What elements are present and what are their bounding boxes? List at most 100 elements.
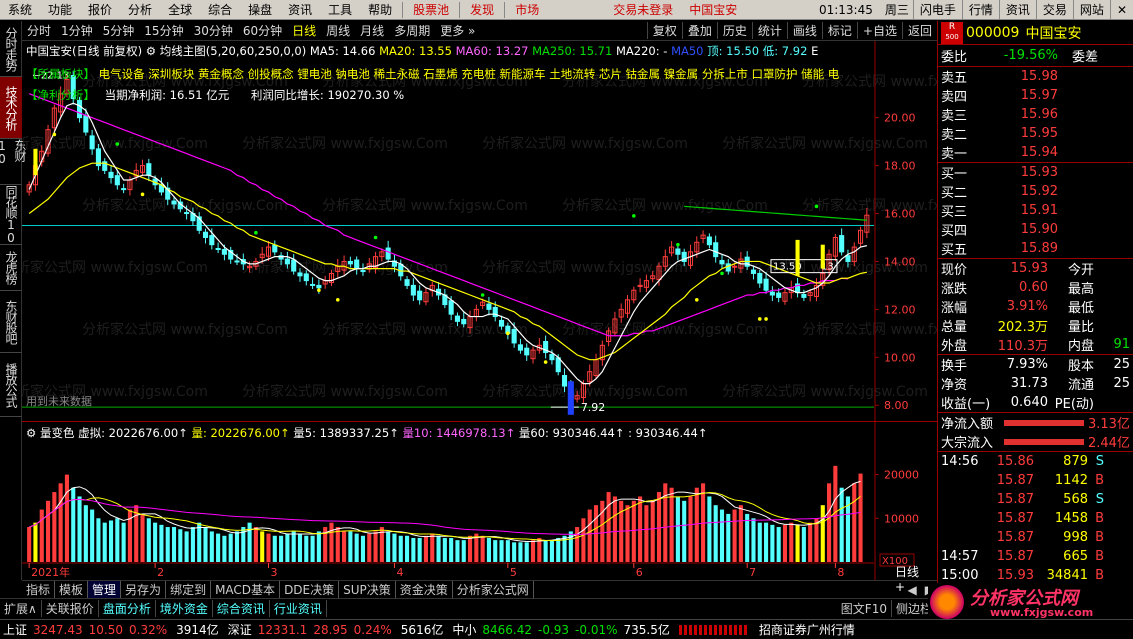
menu-tools[interactable]: 工具	[320, 1, 360, 18]
menu-global[interactable]: 全球	[160, 1, 200, 18]
sell-level-4[interactable]: 卖四 15.97	[938, 86, 1133, 105]
period-60min[interactable]: 60分钟	[238, 22, 287, 39]
expand-button[interactable]: 扩展∧	[0, 599, 42, 617]
menu-help[interactable]: 帮助	[360, 1, 400, 18]
close-icon[interactable]: ✕	[1109, 0, 1133, 20]
general-news-tab[interactable]: 综合资讯	[213, 599, 270, 617]
candle	[196, 212, 202, 234]
tab-sup[interactable]: SUP决策	[339, 581, 396, 598]
tab-longhubang[interactable]: 龙虎榜	[0, 245, 22, 291]
indicator-gear-icon[interactable]: ⚙	[146, 44, 156, 58]
foreign-funds-tab[interactable]: 境外资金	[156, 599, 213, 617]
tab-fxj[interactable]: 分析家公式网	[453, 581, 534, 598]
tab-fund[interactable]: 资金决策	[396, 581, 453, 598]
industry-news-tab[interactable]: 行业资讯	[270, 599, 327, 617]
volume-panel[interactable]: 20000 10000 X100 2021年 2 3 4 5 6 7 8	[22, 422, 937, 580]
draw-button[interactable]: 画线	[786, 22, 822, 39]
time-tick-label: 4	[396, 566, 403, 579]
stats-button[interactable]: 统计	[751, 22, 787, 39]
price-tick-label: 16.00	[884, 208, 916, 221]
sell-level-1[interactable]: 卖一 15.94	[938, 143, 1133, 162]
volume-chart[interactable]: 2000010000X1002021年 2 3 4 5 6 7 8	[22, 422, 937, 580]
tab-guba[interactable]: 东财股吧	[0, 291, 22, 353]
quotes-button[interactable]: 行情	[961, 0, 999, 20]
vol-gear-icon[interactable]: ⚙	[26, 426, 36, 440]
concepts-label[interactable]: 【所属板块】	[26, 67, 95, 81]
buy-level-5[interactable]: 买五 15.89	[938, 239, 1133, 258]
profit-label[interactable]: 【净利分析】	[26, 88, 95, 102]
volume-bar	[77, 496, 82, 562]
price-tick-label: 14.00	[884, 255, 916, 268]
menu-analysis[interactable]: 分析	[120, 1, 160, 18]
menu-stock-pool[interactable]: 股票池	[405, 1, 457, 18]
back-button[interactable]: 返回	[901, 22, 937, 39]
tab-timeshare[interactable]: 分时走势	[0, 21, 22, 77]
tab-indicator[interactable]: 指标	[22, 581, 56, 598]
indicator-name[interactable]: 均线主图(5,20,60,250,0,0)	[160, 44, 306, 58]
candle	[618, 303, 624, 324]
candle	[832, 233, 838, 261]
sell-level-5[interactable]: 卖五 15.98	[938, 67, 1133, 86]
period-1min[interactable]: 1分钟	[56, 22, 98, 39]
period-monthly[interactable]: 月线	[355, 22, 389, 39]
dayline-label[interactable]: 日线	[895, 563, 919, 580]
tab-template[interactable]: 模板	[55, 581, 89, 598]
vol-indicator-name[interactable]: 量变色	[40, 426, 75, 440]
tab-dde[interactable]: DDE决策	[280, 581, 340, 598]
menu-system[interactable]: 系统	[0, 1, 40, 18]
period-multi[interactable]: 多周期	[389, 22, 435, 39]
sell-level-3[interactable]: 卖三 15.96	[938, 105, 1133, 124]
volume-bar	[354, 533, 359, 562]
volume-bar	[260, 531, 265, 562]
vol-virtual: 虚拟: 2022676.00↑	[78, 426, 188, 440]
add-watchlist-button[interactable]: +自选	[856, 22, 902, 39]
buy-level-3[interactable]: 买三 15.91	[938, 201, 1133, 220]
menu-trade[interactable]: 操盘	[240, 1, 280, 18]
period-daily[interactable]: 日线	[287, 22, 321, 39]
login-status[interactable]: 交易未登录	[605, 1, 681, 18]
stat-label: 现价	[941, 263, 968, 278]
candle	[593, 353, 599, 380]
news-button[interactable]: 资讯	[998, 0, 1036, 20]
period-timeshare[interactable]: 分时	[22, 22, 56, 39]
buy-level-2[interactable]: 买二 15.92	[938, 182, 1133, 201]
f10-button[interactable]: 图文F10	[837, 599, 892, 617]
volume-bar	[442, 537, 447, 562]
zoom-in-icon[interactable]: +	[895, 580, 905, 594]
period-weekly[interactable]: 周线	[321, 22, 355, 39]
market-analysis-tab[interactable]: 盘面分析	[99, 599, 156, 617]
buy-level-1[interactable]: 买一 15.93	[938, 163, 1133, 182]
candle	[310, 277, 316, 290]
tab-bind-to[interactable]: 绑定到	[166, 581, 212, 598]
price-tick-label: 20.00	[884, 112, 916, 125]
tab-tonghuashun10[interactable]: 同花顺10	[0, 185, 22, 245]
menu-function[interactable]: 功能	[40, 1, 80, 18]
website-button[interactable]: 网站	[1072, 0, 1110, 20]
tab-dongcai10[interactable]: 东财10	[0, 139, 27, 185]
buy-level-4[interactable]: 买四 15.90	[938, 220, 1133, 239]
menu-discover[interactable]: 发现	[462, 1, 502, 18]
flow-row: 净流入额 3.13亿	[938, 413, 1133, 432]
period-more[interactable]: 更多 »	[435, 22, 480, 39]
tab-macd[interactable]: MACD基本	[211, 581, 281, 598]
tab-technical[interactable]: 技术分析	[0, 77, 22, 139]
menu-general[interactable]: 综合	[200, 1, 240, 18]
trade-button[interactable]: 交易	[1035, 0, 1073, 20]
period-5min[interactable]: 5分钟	[98, 22, 140, 39]
period-15min[interactable]: 15分钟	[139, 22, 188, 39]
tab-save-as[interactable]: 另存为	[121, 581, 167, 598]
mark-button[interactable]: 标记	[821, 22, 857, 39]
lightning-button[interactable]: 闪电手	[912, 0, 962, 20]
history-button[interactable]: 历史	[716, 22, 752, 39]
sell-level-2[interactable]: 卖二 15.95	[938, 124, 1133, 143]
tick-list[interactable]: 14:56 15.86 879 S 15.87 1142 B 15.87 568 S 15.87 14…	[938, 452, 1133, 585]
menu-info[interactable]: 资讯	[280, 1, 320, 18]
period-30min[interactable]: 30分钟	[189, 22, 238, 39]
menu-market[interactable]: 市场	[507, 1, 547, 18]
menu-quote[interactable]: 报价	[80, 1, 120, 18]
tab-manage[interactable]: 管理	[88, 581, 122, 598]
overlay-button[interactable]: 叠加	[681, 22, 717, 39]
related-quote-tab[interactable]: 关联报价	[42, 599, 99, 617]
fuquan-button[interactable]: 复权	[646, 22, 682, 39]
tab-play-formula[interactable]: 播放公式	[0, 353, 22, 417]
